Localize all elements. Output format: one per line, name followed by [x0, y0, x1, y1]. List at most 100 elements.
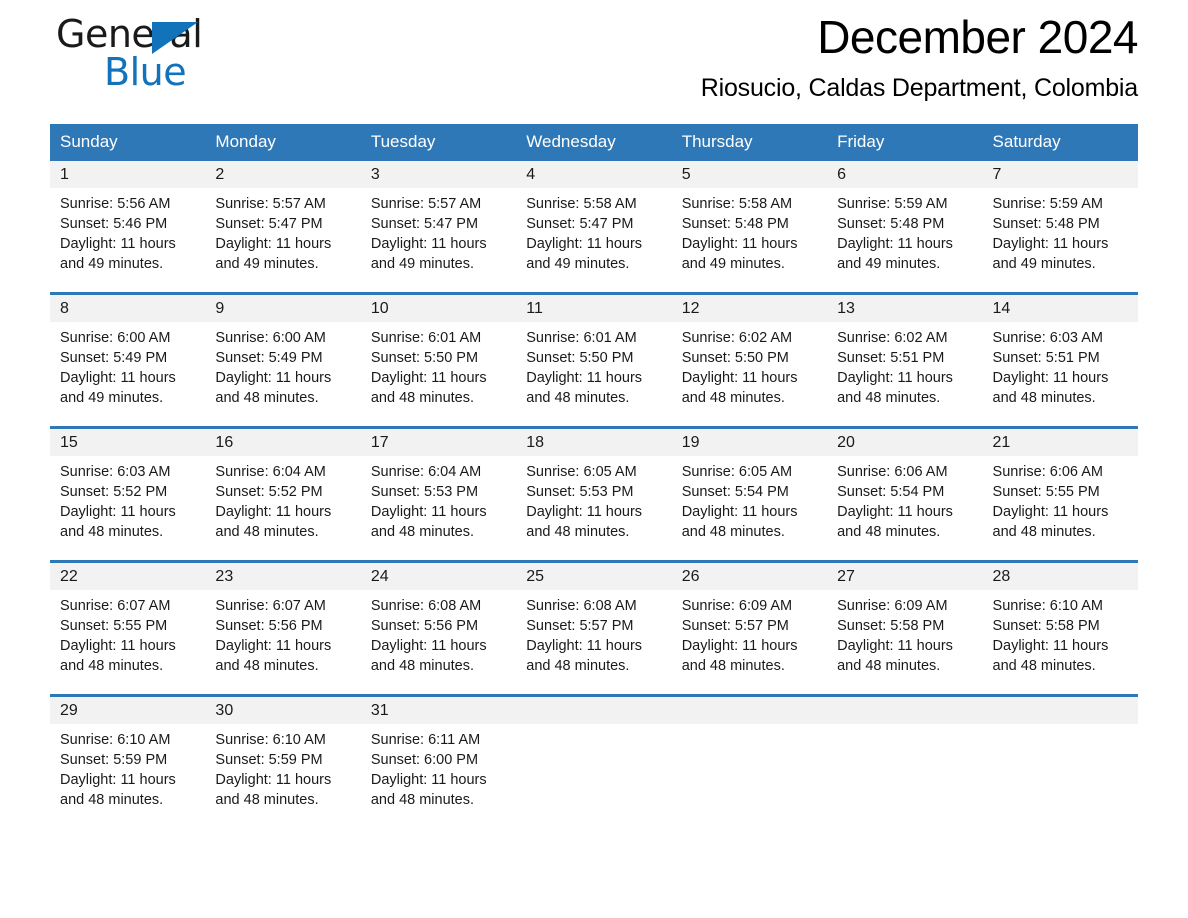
- calendar-day-cell[interactable]: 18 Sunrise: 6:05 AM Sunset: 5:53 PM Dayligh…: [516, 429, 672, 549]
- calendar-day-cell[interactable]: 15 Sunrise: 6:03 AM Sunset: 5:52 PM Dayligh…: [50, 429, 206, 549]
- daylight-text: Daylight: 11 hours and 48 minutes.: [837, 638, 953, 674]
- calendar-day-cell[interactable]: 22 Sunrise: 6:07 AM Sunset: 5:55 PM Dayligh…: [50, 563, 206, 683]
- day-number: 11: [516, 295, 672, 322]
- day-sun-info: Sunrise: 6:02 AM Sunset: 5:50 PM Daylight:…: [672, 322, 827, 408]
- day-sun-info: Sunrise: 6:05 AM Sunset: 5:53 PM Daylight:…: [516, 456, 671, 542]
- calendar-day-cell[interactable]: 23 Sunrise: 6:07 AM Sunset: 5:56 PM Dayligh…: [205, 563, 361, 683]
- sunrise-text: Sunrise: 6:00 AM: [60, 330, 171, 346]
- day-sun-info: Sunrise: 6:00 AM Sunset: 5:49 PM Daylight:…: [205, 322, 360, 408]
- sunset-text: Sunset: 5:52 PM: [215, 484, 323, 500]
- day-number: 19: [671, 429, 828, 456]
- sunset-text: Sunset: 5:49 PM: [215, 350, 323, 366]
- calendar-day-cell[interactable]: 26 Sunrise: 6:09 AM Sunset: 5:57 PM Dayligh…: [671, 563, 828, 683]
- day-sun-info: Sunrise: 6:04 AM Sunset: 5:52 PM Daylight:…: [205, 456, 360, 542]
- weekday-header-row: Sunday Monday Tuesday Wednesday Thursday…: [50, 124, 1138, 161]
- calendar-day-cell[interactable]: 1 Sunrise: 5:56 AM Sunset: 5:46 PM Daylight…: [50, 161, 206, 281]
- calendar-day-cell[interactable]: 30 Sunrise: 6:10 AM Sunset: 5:59 PM Dayligh…: [205, 697, 361, 817]
- calendar-day-cell[interactable]: 27 Sunrise: 6:09 AM Sunset: 5:58 PM Dayligh…: [827, 563, 983, 683]
- sunset-text: Sunset: 5:58 PM: [837, 618, 945, 634]
- calendar-day-cell[interactable]: 21 Sunrise: 6:06 AM Sunset: 5:55 PM Dayligh…: [982, 429, 1138, 549]
- sunrise-text: Sunrise: 5:59 AM: [837, 196, 948, 212]
- calendar-day-cell[interactable]: 13 Sunrise: 6:02 AM Sunset: 5:51 PM Dayligh…: [827, 295, 983, 415]
- calendar-day-cell[interactable]: 17 Sunrise: 6:04 AM Sunset: 5:53 PM Dayligh…: [360, 429, 517, 549]
- sunrise-text: Sunrise: 5:57 AM: [370, 196, 482, 212]
- sunrise-text: Sunrise: 5:58 AM: [526, 196, 637, 212]
- calendar-day-cell[interactable]: 19 Sunrise: 6:05 AM Sunset: 5:54 PM Dayligh…: [671, 429, 828, 549]
- calendar-day-cell[interactable]: 16 Sunrise: 6:04 AM Sunset: 5:52 PM Dayligh…: [205, 429, 361, 549]
- day-number: 12: [671, 295, 828, 322]
- daylight-text: Daylight: 11 hours and 48 minutes.: [215, 772, 332, 808]
- day-sun-info: Sunrise: 6:10 AM Sunset: 5:59 PM Daylight:…: [205, 724, 360, 810]
- sunset-text: Sunset: 5:50 PM: [370, 350, 479, 366]
- calendar-day-cell[interactable]: 14 Sunrise: 6:03 AM Sunset: 5:51 PM Dayligh…: [982, 295, 1138, 415]
- day-number: 28: [982, 563, 1138, 590]
- daylight-text: Daylight: 11 hours and 48 minutes.: [370, 370, 487, 406]
- daylight-text: Daylight: 11 hours and 48 minutes.: [837, 370, 953, 406]
- daylight-text: Daylight: 11 hours and 48 minutes.: [681, 370, 798, 406]
- day-sun-info: Sunrise: 5:58 AM Sunset: 5:48 PM Daylight:…: [672, 188, 827, 274]
- calendar-day-cell[interactable]: 28 Sunrise: 6:10 AM Sunset: 5:58 PM Dayligh…: [982, 563, 1138, 683]
- sunrise-text: Sunrise: 6:07 AM: [215, 598, 326, 614]
- day-number: 2: [205, 161, 361, 188]
- calendar-day-cell[interactable]: 8 Sunrise: 6:00 AM Sunset: 5:49 PM Daylight…: [50, 295, 206, 415]
- daylight-text: Daylight: 11 hours and 49 minutes.: [370, 236, 487, 272]
- daylight-text: Daylight: 11 hours and 49 minutes.: [992, 236, 1109, 272]
- calendar-day-cell[interactable]: 9 Sunrise: 6:00 AM Sunset: 5:49 PM Daylight…: [205, 295, 361, 415]
- daylight-text: Daylight: 11 hours and 48 minutes.: [370, 772, 487, 808]
- sunrise-text: Sunrise: 5:59 AM: [992, 196, 1103, 212]
- day-number: 27: [827, 563, 983, 590]
- calendar-day-cell[interactable]: 2 Sunrise: 5:57 AM Sunset: 5:47 PM Daylight…: [205, 161, 361, 281]
- day-number: 24: [360, 563, 517, 590]
- sunset-text: Sunset: 5:50 PM: [526, 350, 634, 366]
- day-sun-info: Sunrise: 6:01 AM Sunset: 5:50 PM Daylight:…: [361, 322, 516, 408]
- calendar-week-row: 1 Sunrise: 5:56 AM Sunset: 5:46 PM Daylight…: [50, 161, 1138, 281]
- day-number: 14: [982, 295, 1138, 322]
- calendar-day-cell[interactable]: 31 Sunrise: 6:11 AM Sunset: 6:00 PM Dayligh…: [360, 697, 517, 817]
- day-sun-info: Sunrise: 5:59 AM Sunset: 5:48 PM Daylight:…: [827, 188, 982, 274]
- calendar-day-cell-empty: [982, 697, 1138, 817]
- sunset-text: Sunset: 5:56 PM: [215, 618, 323, 634]
- weekday-header-wednesday: Wednesday: [526, 132, 616, 151]
- sunset-text: Sunset: 5:46 PM: [60, 216, 168, 232]
- sunrise-text: Sunrise: 6:09 AM: [837, 598, 948, 614]
- sunrise-text: Sunrise: 6:05 AM: [681, 464, 793, 480]
- sunset-text: Sunset: 5:52 PM: [60, 484, 168, 500]
- sunrise-text: Sunrise: 5:56 AM: [60, 196, 171, 212]
- calendar-day-cell[interactable]: 4 Sunrise: 5:58 AM Sunset: 5:47 PM Daylight…: [516, 161, 672, 281]
- sunset-text: Sunset: 5:53 PM: [526, 484, 634, 500]
- sunrise-text: Sunrise: 6:01 AM: [370, 330, 482, 346]
- sunrise-text: Sunrise: 6:09 AM: [681, 598, 793, 614]
- calendar-day-cell[interactable]: 6 Sunrise: 5:59 AM Sunset: 5:48 PM Daylight…: [827, 161, 983, 281]
- calendar-day-cell[interactable]: 12 Sunrise: 6:02 AM Sunset: 5:50 PM Dayligh…: [671, 295, 828, 415]
- sunrise-text: Sunrise: 6:01 AM: [526, 330, 637, 346]
- calendar-day-cell[interactable]: 5 Sunrise: 5:58 AM Sunset: 5:48 PM Daylight…: [671, 161, 828, 281]
- sunrise-text: Sunrise: 6:02 AM: [681, 330, 793, 346]
- sunset-text: Sunset: 5:48 PM: [681, 216, 789, 232]
- calendar-day-cell[interactable]: 3 Sunrise: 5:57 AM Sunset: 5:47 PM Daylight…: [360, 161, 517, 281]
- sunset-text: Sunset: 5:54 PM: [837, 484, 945, 500]
- day-number: [516, 697, 672, 724]
- sunset-text: Sunset: 5:50 PM: [681, 350, 789, 366]
- day-number: 4: [516, 161, 672, 188]
- calendar-day-cell[interactable]: 11 Sunrise: 6:01 AM Sunset: 5:50 PM Dayligh…: [516, 295, 672, 415]
- day-sun-info: Sunrise: 6:11 AM Sunset: 6:00 PM Daylight:…: [361, 724, 516, 810]
- page-title: December 2024: [817, 11, 1138, 63]
- calendar-day-cell[interactable]: 29 Sunrise: 6:10 AM Sunset: 5:59 PM Dayligh…: [50, 697, 206, 817]
- day-number: 29: [50, 697, 206, 724]
- daylight-text: Daylight: 11 hours and 49 minutes.: [526, 236, 643, 272]
- day-sun-info: Sunrise: 5:57 AM Sunset: 5:47 PM Daylight:…: [361, 188, 516, 274]
- calendar-day-cell[interactable]: 25 Sunrise: 6:08 AM Sunset: 5:57 PM Dayligh…: [516, 563, 672, 683]
- daylight-text: Daylight: 11 hours and 48 minutes.: [526, 504, 643, 540]
- day-number: [982, 697, 1138, 724]
- sunset-text: Sunset: 5:53 PM: [370, 484, 479, 500]
- title-block: December 2024 Riosucio, Caldas Departmen…: [316, 0, 1139, 104]
- day-sun-info: Sunrise: 6:09 AM Sunset: 5:57 PM Daylight:…: [672, 590, 827, 676]
- calendar-grid: Sunday Monday Tuesday Wednesday Thursday…: [50, 124, 1138, 817]
- day-number: 1: [50, 161, 206, 188]
- sunrise-text: Sunrise: 6:05 AM: [526, 464, 637, 480]
- calendar-day-cell[interactable]: 20 Sunrise: 6:06 AM Sunset: 5:54 PM Dayligh…: [827, 429, 983, 549]
- daylight-text: Daylight: 11 hours and 48 minutes.: [992, 638, 1109, 674]
- calendar-day-cell[interactable]: 24 Sunrise: 6:08 AM Sunset: 5:56 PM Dayligh…: [360, 563, 517, 683]
- calendar-day-cell[interactable]: 10 Sunrise: 6:01 AM Sunset: 5:50 PM Dayligh…: [360, 295, 517, 415]
- calendar-day-cell[interactable]: 7 Sunrise: 5:59 AM Sunset: 5:48 PM Daylight…: [982, 161, 1138, 281]
